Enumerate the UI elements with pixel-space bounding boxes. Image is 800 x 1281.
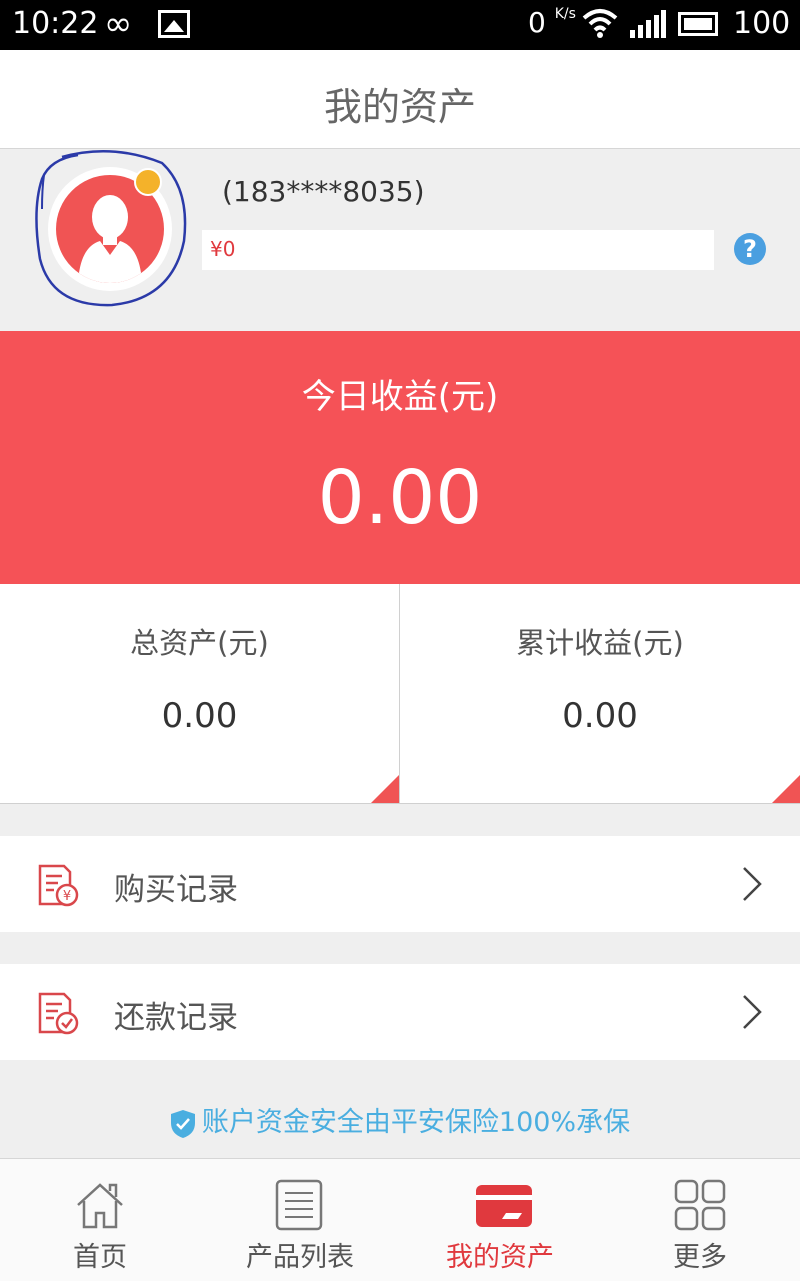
- profile-section: (183****8035) ¥0 ?: [0, 149, 800, 331]
- status-bar: 10:22 ∞ 0 K/s 100: [0, 0, 800, 50]
- page-title: 我的资产: [323, 85, 476, 129]
- nav-home-label: 首页: [73, 1242, 127, 1273]
- chevron-right-icon: [743, 995, 762, 1029]
- repayment-record-icon: [38, 992, 79, 1035]
- wallet-card-icon: [476, 1185, 532, 1227]
- chevron-right-icon: [743, 867, 762, 901]
- corner-marker-icon: [371, 775, 399, 803]
- nav-my-assets-label: 我的资产: [446, 1242, 554, 1273]
- status-time: 10:22: [12, 6, 99, 41]
- total-assets-value: 0.00: [161, 696, 238, 736]
- nav-home[interactable]: 首页: [0, 1159, 200, 1281]
- corner-marker-icon: [772, 775, 800, 803]
- repayment-records-row[interactable]: 还款记录: [0, 964, 800, 1060]
- help-icon[interactable]: ?: [734, 233, 766, 265]
- signal-icon: [630, 10, 666, 38]
- phone-number: (183****8035): [222, 175, 425, 208]
- repayment-records-label: 还款记录: [114, 1000, 238, 1036]
- data-speed: 0 K/s: [528, 6, 576, 39]
- image-notification-icon: [158, 10, 190, 38]
- app-header: 我的资产: [0, 50, 800, 149]
- balance-field: ¥0: [202, 230, 714, 270]
- home-icon: [77, 1183, 123, 1229]
- purchase-record-icon: ¥: [38, 864, 79, 907]
- nav-products[interactable]: 产品列表: [200, 1159, 400, 1281]
- total-assets-card[interactable]: 总资产(元) 0.00: [0, 584, 400, 804]
- cumulative-income-label: 累计收益(元): [516, 626, 684, 660]
- purchase-records-row[interactable]: ¥ 购买记录: [0, 836, 800, 932]
- cumulative-income-card[interactable]: 累计收益(元) 0.00: [400, 584, 800, 804]
- today-income-label: 今日收益(元): [301, 377, 499, 417]
- vip-badge-icon: [134, 168, 162, 196]
- purchase-records-label: 购买记录: [114, 872, 238, 908]
- shield-icon: [170, 1109, 195, 1138]
- wifi-icon: [582, 9, 618, 38]
- list-icon: [275, 1179, 323, 1231]
- svg-text:¥: ¥: [63, 889, 71, 904]
- cumulative-income-value: 0.00: [562, 696, 638, 736]
- nav-my-assets[interactable]: 我的资产: [400, 1159, 600, 1281]
- security-note-text: 账户资金安全由平安保险100%承保: [201, 1107, 631, 1138]
- today-income-value: 0.00: [317, 455, 483, 541]
- bottom-nav: 首页 产品列表 我的资产 更多: [0, 1158, 800, 1281]
- nav-products-label: 产品列表: [246, 1242, 354, 1273]
- grid-icon: [674, 1179, 726, 1231]
- nav-more[interactable]: 更多: [600, 1159, 800, 1281]
- nav-more-label: 更多: [673, 1242, 727, 1273]
- security-note: 账户资金安全由平安保险100%承保: [0, 1100, 800, 1139]
- battery-icon: [678, 12, 718, 36]
- today-income-panel: 今日收益(元) 0.00: [0, 331, 800, 584]
- total-assets-label: 总资产(元): [130, 626, 269, 660]
- infinity-icon: ∞: [104, 4, 133, 44]
- battery-level: 100: [733, 6, 791, 41]
- balance-value: ¥0: [210, 237, 236, 261]
